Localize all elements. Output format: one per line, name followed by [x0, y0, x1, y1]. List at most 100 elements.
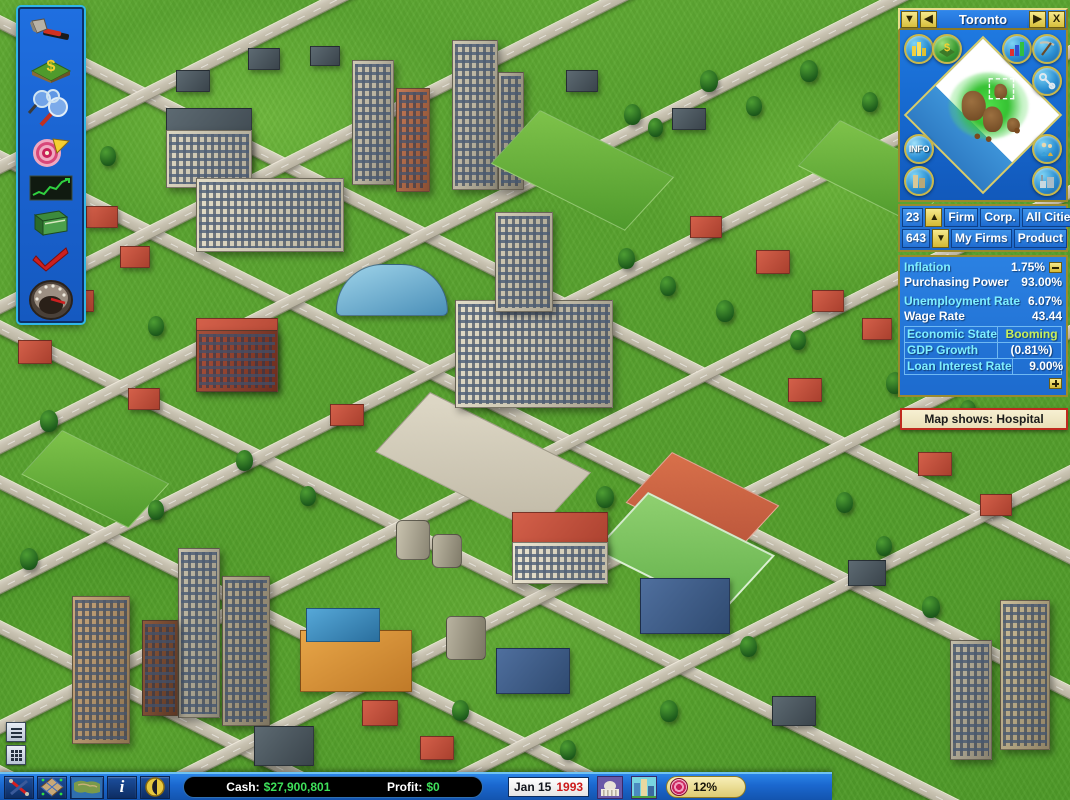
reports-tool-button[interactable] — [24, 207, 78, 241]
house[interactable] — [918, 452, 952, 476]
progress-indicator[interactable]: 12% — [666, 776, 747, 798]
people-icon[interactable] — [1032, 134, 1062, 164]
close-button[interactable]: X — [1048, 10, 1065, 28]
government-button[interactable] — [597, 775, 624, 799]
grid-view-button[interactable] — [6, 745, 26, 765]
skyscraper-icon[interactable] — [904, 166, 934, 196]
previous-city-button[interactable]: ◀ — [920, 10, 937, 28]
dropdown-button[interactable]: ▼ — [901, 10, 918, 28]
expand-panel-button[interactable] — [1049, 378, 1062, 389]
house[interactable] — [120, 246, 150, 268]
house[interactable] — [690, 216, 722, 238]
city-view-button[interactable] — [631, 775, 658, 799]
minimap[interactable]: $ INFO — [898, 30, 1068, 202]
spiral-target-icon — [670, 778, 689, 796]
house[interactable] — [420, 736, 454, 760]
house[interactable] — [980, 494, 1012, 516]
house[interactable] — [330, 404, 364, 426]
office-tower[interactable] — [495, 212, 553, 312]
house[interactable] — [496, 648, 570, 694]
gdp-growth-label: GDP Growth — [907, 343, 979, 357]
house[interactable] — [756, 250, 790, 274]
magnifier-icon — [27, 88, 68, 127]
pickaxe-icon[interactable] — [1032, 34, 1062, 64]
house[interactable] — [18, 340, 52, 364]
hospital-building[interactable] — [455, 300, 613, 408]
house[interactable] — [566, 70, 598, 92]
map-shows-banner[interactable]: Map shows: Hospital — [900, 408, 1068, 430]
scroll-down-button[interactable]: ▼ — [932, 229, 950, 248]
corp-button[interactable]: Corp. — [980, 208, 1020, 227]
list-view-button[interactable] — [6, 722, 26, 742]
info-button[interactable]: i — [107, 775, 137, 799]
back-button[interactable] — [140, 775, 170, 799]
world-map-button[interactable] — [70, 775, 104, 799]
house[interactable] — [848, 560, 886, 586]
house[interactable] — [862, 318, 892, 340]
green-book-icon — [33, 210, 69, 236]
firm-button[interactable]: Firm — [944, 208, 979, 227]
house[interactable] — [254, 726, 314, 766]
product-button[interactable]: Product — [1013, 229, 1068, 248]
house[interactable] — [86, 206, 118, 228]
stock-chart-tool-button[interactable] — [24, 171, 78, 205]
my-firms-button[interactable]: My Firms — [951, 229, 1012, 248]
next-city-button[interactable]: ▶ — [1029, 10, 1046, 28]
house[interactable] — [788, 378, 822, 402]
buy-land-tool-button[interactable]: $ — [24, 51, 78, 85]
dollar-land-icon[interactable]: $ — [932, 34, 962, 64]
target-arrow-icon — [33, 138, 71, 168]
inflation-detail-button[interactable] — [1049, 262, 1062, 274]
tree — [648, 118, 663, 137]
office-tower[interactable] — [352, 60, 394, 185]
silo[interactable] — [142, 620, 178, 716]
speed-tool-button[interactable] — [24, 278, 78, 321]
firm-count[interactable]: 23 — [902, 208, 924, 227]
office-tower[interactable] — [452, 40, 498, 190]
residential-tower[interactable] — [222, 576, 270, 726]
zoom-tool-button[interactable] — [24, 86, 78, 133]
wrench-icon[interactable] — [1032, 66, 1062, 96]
residential-tower[interactable] — [178, 548, 220, 718]
house[interactable] — [772, 696, 816, 726]
residential-tower[interactable] — [950, 640, 992, 760]
office-tower[interactable] — [396, 88, 430, 192]
confirm-tool-button[interactable] — [24, 242, 78, 276]
office-building[interactable] — [196, 178, 344, 252]
house[interactable] — [176, 70, 210, 92]
land-mass — [983, 105, 1003, 132]
inflation-number: 1.75% — [1010, 260, 1045, 274]
storage-tank[interactable] — [432, 534, 462, 568]
tree — [20, 548, 38, 570]
house[interactable] — [310, 46, 340, 66]
city-map-button[interactable] — [37, 775, 67, 799]
build-tool-button[interactable] — [24, 15, 78, 49]
storage-tank[interactable] — [396, 520, 430, 560]
target-tool-button[interactable] — [24, 135, 78, 169]
factory-icon[interactable] — [1032, 166, 1062, 196]
all-cities-button[interactable]: All Cities — [1021, 208, 1070, 227]
factory-roof[interactable] — [306, 608, 380, 642]
residential-tower[interactable] — [1000, 600, 1050, 750]
tools-button[interactable] — [4, 775, 34, 799]
city-buildings-icon[interactable] — [904, 34, 934, 64]
tree — [740, 636, 757, 657]
scroll-up-button[interactable]: ▲ — [925, 208, 943, 227]
bar-chart-icon[interactable] — [1002, 34, 1032, 64]
house[interactable] — [362, 700, 398, 726]
house[interactable] — [128, 388, 160, 410]
civic-building[interactable] — [512, 542, 608, 584]
stat-loan-interest: Loan Interest Rate 9.00% — [905, 359, 1063, 374]
tree — [148, 500, 164, 520]
tree — [618, 248, 635, 269]
product-count[interactable]: 643 — [902, 229, 931, 248]
house[interactable] — [672, 108, 706, 130]
storage-tank[interactable] — [446, 616, 486, 660]
house[interactable] — [812, 290, 844, 312]
house[interactable] — [248, 48, 280, 70]
info-icon[interactable]: INFO — [904, 134, 934, 164]
game-date[interactable]: Jan 15 1993 — [508, 777, 590, 797]
residential-tower[interactable] — [72, 596, 130, 744]
house[interactable] — [640, 578, 730, 634]
brick-building[interactable] — [196, 330, 278, 392]
